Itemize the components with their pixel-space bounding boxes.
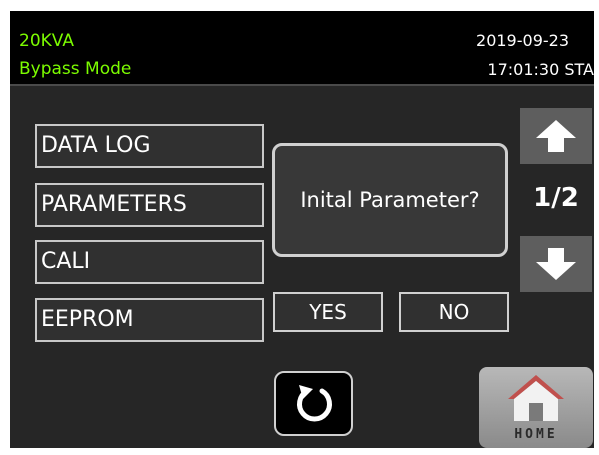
page-up-button[interactable]: [520, 108, 592, 164]
refresh-back-icon: [296, 384, 332, 421]
menu-item-data-log[interactable]: DATA LOG: [35, 124, 264, 168]
page-indicator: 1/2: [533, 183, 579, 213]
status-bar: 20KVA Bypass Mode 2019-09-23 17:01:30 ST…: [10, 11, 594, 83]
mode-label: Bypass Mode: [19, 59, 132, 79]
yes-button[interactable]: YES: [273, 292, 383, 332]
house-icon: [508, 375, 564, 421]
menu-item-parameters[interactable]: PARAMETERS: [35, 183, 264, 227]
back-button[interactable]: [274, 371, 353, 436]
date-label: 2019-09-23: [476, 31, 569, 50]
page-down-button[interactable]: [520, 236, 592, 292]
main-panel: DATA LOG PARAMETERS CALI EEPROM Inital P…: [10, 86, 594, 448]
time-label: 17:01:30 STA: [487, 60, 594, 79]
no-button[interactable]: NO: [399, 292, 509, 332]
arrow-down-icon: [536, 248, 576, 280]
home-label: HOME: [514, 427, 558, 442]
home-button[interactable]: HOME: [479, 367, 593, 448]
dialog-message: Inital Parameter?: [300, 188, 480, 212]
arrow-up-icon: [536, 120, 576, 152]
confirm-dialog: Inital Parameter?: [272, 143, 508, 257]
hmi-screen: 20KVA Bypass Mode 2019-09-23 17:01:30 ST…: [10, 11, 594, 448]
menu-item-cali[interactable]: CALI: [35, 240, 264, 284]
menu-item-eeprom[interactable]: EEPROM: [35, 298, 264, 342]
rating-label: 20KVA: [19, 31, 74, 51]
